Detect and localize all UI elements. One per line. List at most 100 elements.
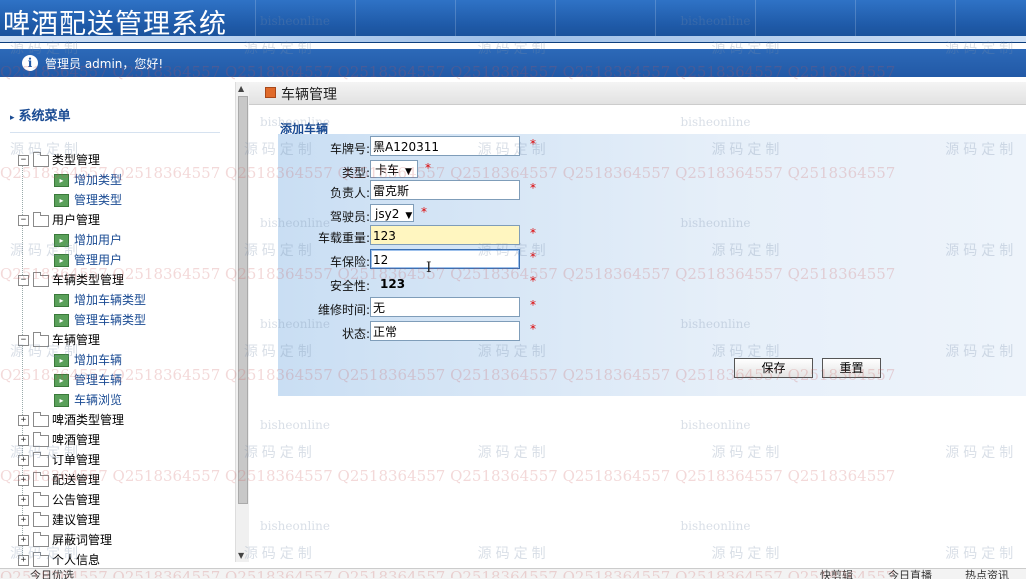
collapse-icon[interactable]: − [18,155,29,166]
taskbar-item-3[interactable]: 热点资讯 [965,569,1009,579]
tree-node-label: 类型管理 [52,153,101,167]
driver-select[interactable]: jsy2 ▼ [370,204,414,222]
tree-node-vehicle-management[interactable]: − 车辆管理 [18,330,100,350]
sidebar-scrollbar[interactable]: ▲ ▼ [235,82,249,562]
tree-leaf-add-type[interactable]: ▸ 增加类型 [54,170,122,190]
save-button[interactable]: 保存 [734,358,813,378]
tree-node-beer-management[interactable]: + 啤酒管理 [18,430,100,450]
section-marker-icon [265,87,276,98]
tree-node-label: 建议管理 [52,513,101,527]
expand-icon[interactable]: + [18,515,29,526]
tree-node-label: 个人信息 [52,553,101,567]
type-select[interactable]: 卡车 ▼ [370,160,418,178]
expand-icon[interactable]: + [18,455,29,466]
tree-node-type-management[interactable]: − 类型管理 [18,150,100,170]
tree-node-label: 啤酒类型管理 [52,413,125,427]
tree-node-vehicle-type-management[interactable]: − 车辆类型管理 [18,270,124,290]
tree-node-suggestion-management[interactable]: + 建议管理 [18,510,100,530]
type-select-value: 卡车 [375,163,400,177]
tree-leaf-add-vehicle[interactable]: ▸ 增加车辆 [54,350,122,370]
tree-node-label: 啤酒管理 [52,433,101,447]
plate-input[interactable]: 黑A120311 [370,136,520,156]
folder-icon [33,531,49,547]
tree-node-label: 公告管理 [52,493,101,507]
tree-node-notice-management[interactable]: + 公告管理 [18,490,100,510]
repair-label: 维修时间: [317,303,370,317]
expand-icon[interactable]: + [18,475,29,486]
menu-title[interactable]: ▸ 系统菜单 [10,105,71,124]
scroll-up-icon[interactable]: ▲ [238,84,244,93]
insurance-input[interactable]: 12 [370,249,520,269]
repair-input[interactable]: 无 [370,297,520,317]
folder-icon [33,211,49,227]
folder-icon [33,411,49,427]
page-icon: ▸ [54,294,69,307]
tree-leaf-manage-user[interactable]: ▸ 管理用户 [54,250,122,270]
expand-icon[interactable]: + [18,535,29,546]
required-mark: * [530,274,536,288]
required-mark: * [530,250,536,264]
driver-label: 驾驶员: [329,210,370,224]
collapse-icon[interactable]: − [18,335,29,346]
required-mark: * [530,181,536,195]
header-stripe [0,36,1026,42]
tree-leaf-add-vehicle-type[interactable]: ▸ 增加车辆类型 [54,290,146,310]
safety-label: 安全性: [329,279,370,293]
page-title: 车辆管理 [281,87,337,103]
tree-node-blocked-words-management[interactable]: + 屏蔽词管理 [18,530,112,550]
tree-leaf-manage-type[interactable]: ▸ 管理类型 [54,190,122,210]
taskbar-item-1[interactable]: 快剪辑 [820,569,853,579]
folder-icon [33,271,49,287]
folder-icon [33,511,49,527]
expand-icon[interactable]: + [18,435,29,446]
required-mark: * [421,205,427,219]
tree-leaf-label: 管理类型 [74,193,123,207]
required-mark: * [530,322,536,336]
folder-icon [33,491,49,507]
required-mark: * [425,161,431,175]
tree-leaf-label: 增加车辆类型 [74,293,147,307]
chevron-down-icon: ▼ [405,211,413,221]
page-icon: ▸ [54,314,69,327]
menu-title-label: 系统菜单 [18,109,71,124]
tree-leaf-manage-vehicle-type[interactable]: ▸ 管理车辆类型 [54,310,146,330]
insurance-label: 车保险: [329,255,370,269]
scroll-down-icon[interactable]: ▼ [238,551,244,560]
main-content: 车辆管理 添加车辆 车牌号: 黑A120311 * 类型: 卡车 ▼ * 负责人:… [249,82,1026,572]
page-icon: ▸ [54,394,69,407]
taskbar-item-left[interactable]: 今日优选 [30,569,74,579]
tree-leaf-add-user[interactable]: ▸ 增加用户 [54,230,122,250]
tree-leaf-manage-vehicle[interactable]: ▸ 管理车辆 [54,370,122,390]
tree-leaf-label: 车辆浏览 [74,393,123,407]
expand-icon[interactable]: + [18,495,29,506]
type-label: 类型: [341,166,370,180]
folder-icon [33,431,49,447]
expand-icon[interactable]: + [18,415,29,426]
page-icon: ▸ [54,254,69,267]
reset-button[interactable]: 重置 [822,358,881,378]
tree-node-personal-info[interactable]: + 个人信息 [18,550,100,570]
folder-icon [33,451,49,467]
page-icon: ▸ [54,234,69,247]
collapse-icon[interactable]: − [18,215,29,226]
sidebar: ▸ 系统菜单 − 类型管理 ▸ 增加类型 ▸ 管理类型 − 用户管理 ▸ 增加用户 ▸ 管理用… [0,82,235,572]
tree-node-order-management[interactable]: + 订单管理 [18,450,100,470]
tree-leaf-label: 增加用户 [74,233,123,247]
status-input[interactable]: 正常 [370,321,520,341]
expand-icon[interactable]: + [18,555,29,566]
required-mark: * [530,226,536,240]
tree-node-label: 车辆管理 [52,333,101,347]
tree-leaf-browse-vehicle[interactable]: ▸ 车辆浏览 [54,390,122,410]
tree-leaf-label: 管理用户 [74,253,123,267]
scrollbar-thumb[interactable] [238,96,248,504]
collapse-icon[interactable]: − [18,275,29,286]
taskbar-item-2[interactable]: 今日直播 [888,569,932,579]
tree-node-beer-type-management[interactable]: + 啤酒类型管理 [18,410,124,430]
plate-label: 车牌号: [329,142,370,156]
page-icon: ▸ [54,174,69,187]
load-input[interactable]: 123 [370,225,520,245]
owner-input[interactable]: 雷克斯 [370,180,520,200]
tree-node-delivery-management[interactable]: + 配送管理 [18,470,100,490]
tree-node-label: 订单管理 [52,453,101,467]
tree-node-user-management[interactable]: − 用户管理 [18,210,100,230]
